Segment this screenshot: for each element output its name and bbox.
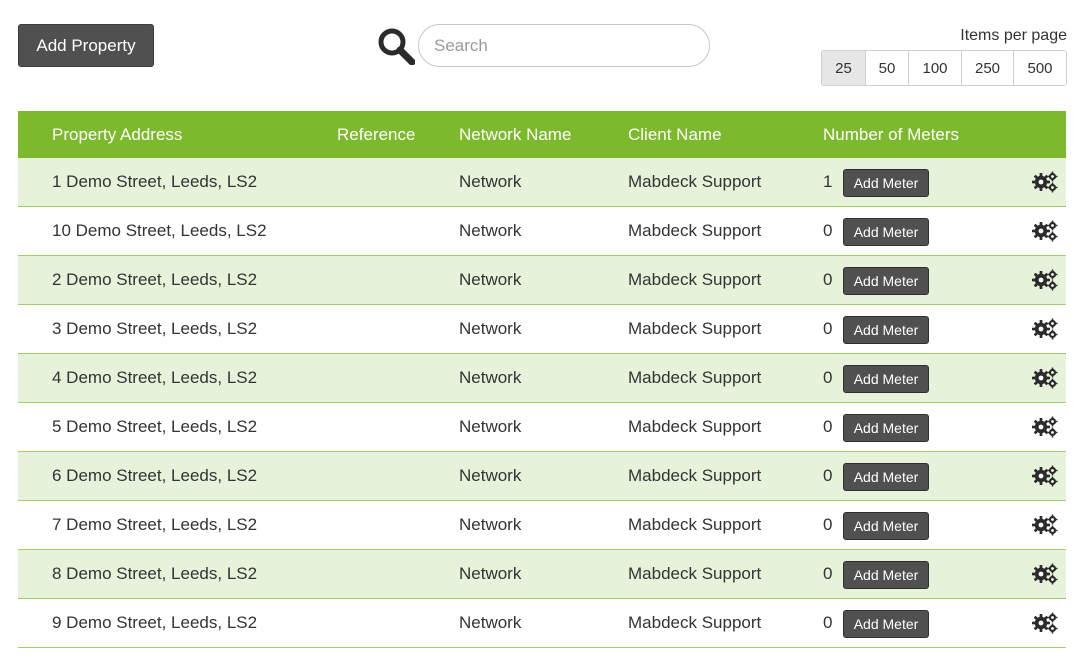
property-address[interactable]: 9 Demo Street, Leeds, LS2 <box>52 599 257 647</box>
add-meter-button[interactable]: Add Meter <box>843 169 929 197</box>
meter-count: 0 <box>823 613 833 632</box>
meter-count: 0 <box>823 466 833 485</box>
network-name: Network <box>459 319 522 338</box>
meter-count: 1 <box>823 172 833 191</box>
table-row: 3 Demo Street, Leeds, LS2 Network Mabdeck … <box>18 305 1066 354</box>
table-row: 4 Demo Street, Leeds, LS2 Network Mabdeck … <box>18 354 1066 403</box>
meter-count: 0 <box>823 270 833 289</box>
table-row: 1 Demo Street, Leeds, LS2 Network Mabdeck … <box>18 158 1066 207</box>
add-meter-button[interactable]: Add Meter <box>843 512 929 540</box>
property-address[interactable]: 4 Demo Street, Leeds, LS2 <box>52 354 257 402</box>
gears-icon[interactable] <box>1032 563 1058 585</box>
client-name: Mabdeck Support <box>628 270 762 289</box>
gears-icon[interactable] <box>1032 171 1058 193</box>
client-name: Mabdeck Support <box>628 613 762 632</box>
client-name: Mabdeck Support <box>628 466 762 485</box>
network-name: Network <box>459 417 522 436</box>
gears-icon[interactable] <box>1032 514 1058 536</box>
gears-icon[interactable] <box>1032 416 1058 438</box>
table-header: Property Address Reference Network Name … <box>18 111 1066 158</box>
table-row: 10 Demo Street, Leeds, LS2 Network Mabdeck… <box>18 207 1066 256</box>
table-row: 2 Demo Street, Leeds, LS2 Network Mabdeck … <box>18 256 1066 305</box>
table-row: 5 Demo Street, Leeds, LS2 Network Mabdeck … <box>18 403 1066 452</box>
add-meter-button[interactable]: Add Meter <box>843 610 929 638</box>
add-meter-button[interactable]: Add Meter <box>843 267 929 295</box>
gears-icon[interactable] <box>1032 318 1058 340</box>
column-header-number-of-meters[interactable]: Number of Meters <box>823 111 959 158</box>
client-name: Mabdeck Support <box>628 368 762 387</box>
table-row: 9 Demo Street, Leeds, LS2 Network Mabdeck … <box>18 599 1066 648</box>
network-name: Network <box>459 466 522 485</box>
client-name: Mabdeck Support <box>628 417 762 436</box>
property-address[interactable]: 2 Demo Street, Leeds, LS2 <box>52 256 257 304</box>
properties-table: Property Address Reference Network Name … <box>18 111 1066 648</box>
network-name: Network <box>459 221 522 240</box>
add-meter-button[interactable]: Add Meter <box>843 414 929 442</box>
page-size-100-button[interactable]: 100 <box>909 51 962 85</box>
meter-count: 0 <box>823 515 833 534</box>
gears-icon[interactable] <box>1032 220 1058 242</box>
gears-icon[interactable] <box>1032 269 1058 291</box>
items-per-page-selector: 25 50 100 250 500 <box>821 50 1067 86</box>
meter-count: 0 <box>823 368 833 387</box>
page-size-500-button[interactable]: 500 <box>1014 51 1066 85</box>
search-icon <box>378 28 415 65</box>
add-meter-button[interactable]: Add Meter <box>843 463 929 491</box>
table-body: 1 Demo Street, Leeds, LS2 Network Mabdeck … <box>18 158 1066 648</box>
add-meter-button[interactable]: Add Meter <box>843 218 929 246</box>
gears-icon[interactable] <box>1032 465 1058 487</box>
items-per-page-label: Items per page <box>960 27 1067 44</box>
network-name: Network <box>459 564 522 583</box>
page-size-25-button[interactable]: 25 <box>822 51 866 85</box>
client-name: Mabdeck Support <box>628 319 762 338</box>
table-row: 8 Demo Street, Leeds, LS2 Network Mabdeck … <box>18 550 1066 599</box>
property-address[interactable]: 1 Demo Street, Leeds, LS2 <box>52 158 257 206</box>
page-size-250-button[interactable]: 250 <box>962 51 1014 85</box>
gears-icon[interactable] <box>1032 612 1058 634</box>
meter-count: 0 <box>823 221 833 240</box>
network-name: Network <box>459 613 522 632</box>
column-header-client-name[interactable]: Client Name <box>628 111 722 158</box>
meter-count: 0 <box>823 564 833 583</box>
column-header-network-name[interactable]: Network Name <box>459 111 571 158</box>
column-header-reference[interactable]: Reference <box>337 111 415 158</box>
network-name: Network <box>459 368 522 387</box>
property-address[interactable]: 7 Demo Street, Leeds, LS2 <box>52 501 257 549</box>
add-meter-button[interactable]: Add Meter <box>843 365 929 393</box>
client-name: Mabdeck Support <box>628 221 762 240</box>
search-input[interactable] <box>418 24 710 67</box>
gears-icon[interactable] <box>1032 367 1058 389</box>
property-address[interactable]: 10 Demo Street, Leeds, LS2 <box>52 207 267 255</box>
property-address[interactable]: 6 Demo Street, Leeds, LS2 <box>52 452 257 500</box>
property-address[interactable]: 8 Demo Street, Leeds, LS2 <box>52 550 257 598</box>
meter-count: 0 <box>823 319 833 338</box>
network-name: Network <box>459 270 522 289</box>
column-header-property-address[interactable]: Property Address <box>52 111 182 158</box>
add-property-button[interactable]: Add Property <box>18 24 154 67</box>
table-row: 6 Demo Street, Leeds, LS2 Network Mabdeck … <box>18 452 1066 501</box>
table-row: 7 Demo Street, Leeds, LS2 Network Mabdeck … <box>18 501 1066 550</box>
client-name: Mabdeck Support <box>628 172 762 191</box>
page-size-50-button[interactable]: 50 <box>866 51 909 85</box>
add-meter-button[interactable]: Add Meter <box>843 561 929 589</box>
add-meter-button[interactable]: Add Meter <box>843 316 929 344</box>
client-name: Mabdeck Support <box>628 515 762 534</box>
property-address[interactable]: 3 Demo Street, Leeds, LS2 <box>52 305 257 353</box>
client-name: Mabdeck Support <box>628 564 762 583</box>
meter-count: 0 <box>823 417 833 436</box>
network-name: Network <box>459 515 522 534</box>
network-name: Network <box>459 172 522 191</box>
property-address[interactable]: 5 Demo Street, Leeds, LS2 <box>52 403 257 451</box>
